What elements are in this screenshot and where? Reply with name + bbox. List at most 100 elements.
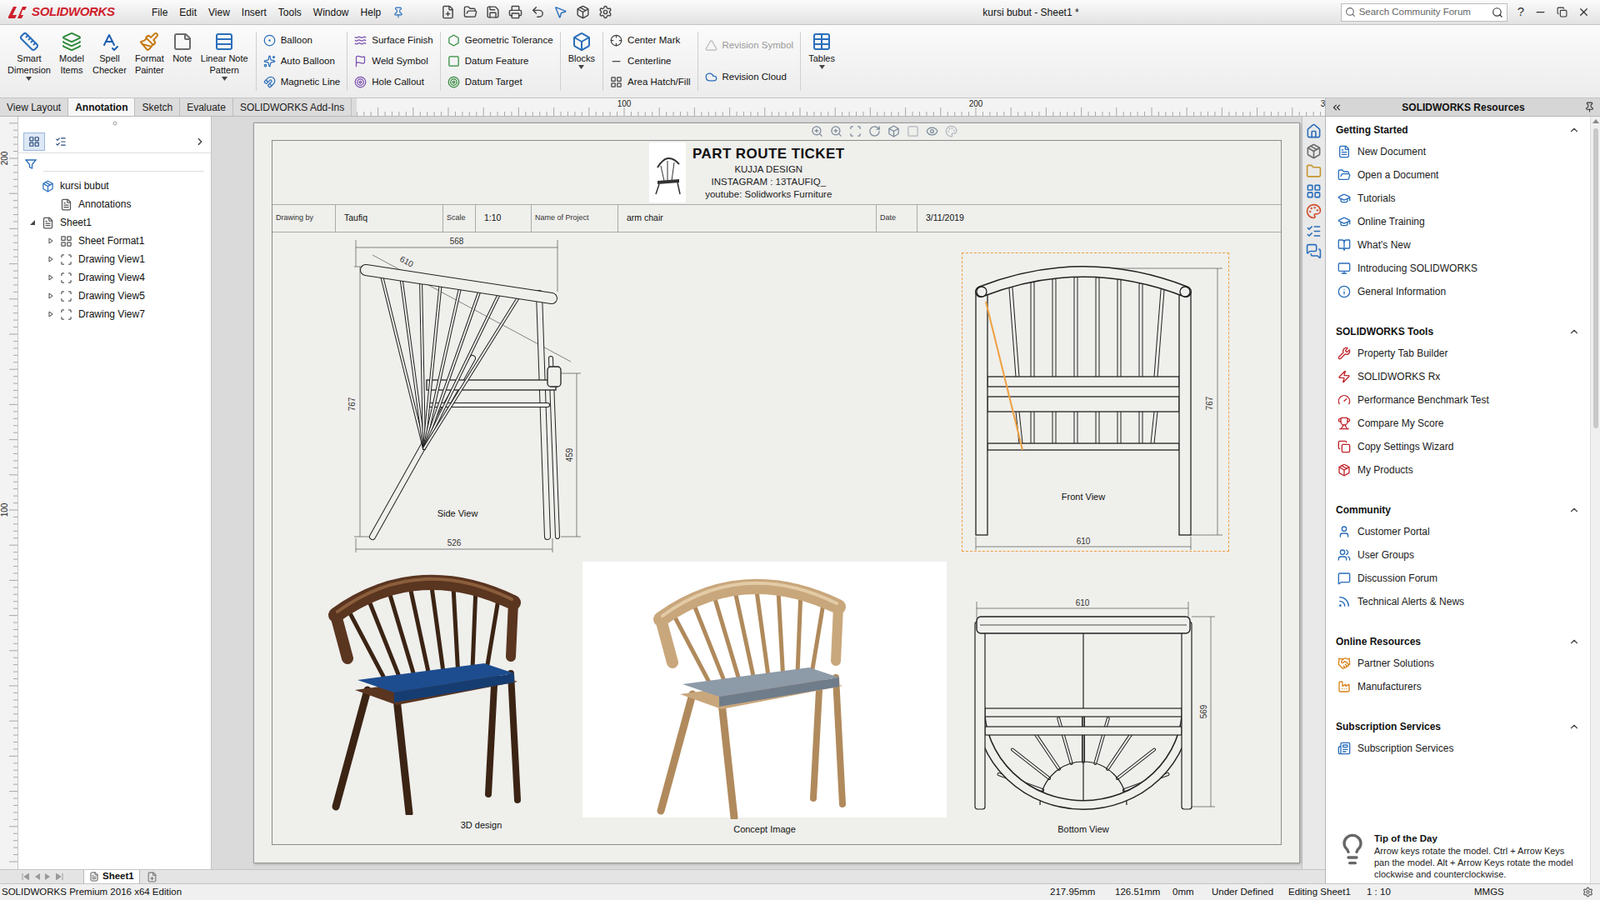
- ribbon-button[interactable]: ModelItems: [55, 25, 89, 98]
- side-view[interactable]: 568610767459526Side View: [347, 233, 583, 555]
- command-tab[interactable]: SOLIDWORKS Add-Ins: [233, 98, 352, 116]
- pin-icon[interactable]: [392, 6, 405, 19]
- ribbon-small-button[interactable]: Geometric Tolerance: [447, 31, 554, 50]
- dropdown-caret-icon[interactable]: [221, 76, 228, 81]
- ribbon-small-button[interactable]: Revision Symbol: [705, 36, 795, 55]
- task-pane-tab-icon[interactable]: [1305, 243, 1322, 260]
- close-icon[interactable]: [1577, 5, 1590, 19]
- info-value[interactable]: arm chair: [618, 205, 877, 232]
- concept-view[interactable]: Concept Image: [582, 561, 947, 837]
- ribbon-small-button[interactable]: Area Hatch/Fill: [610, 73, 690, 92]
- toolbar-icon[interactable]: [463, 5, 478, 20]
- section-header[interactable]: SOLIDWORKS Tools: [1335, 321, 1580, 342]
- ribbon-small-button[interactable]: Auto Balloon: [263, 52, 341, 71]
- scroll-up-icon[interactable]: [1592, 118, 1600, 124]
- task-pane-tab-icon[interactable]: [1305, 203, 1322, 220]
- resource-link[interactable]: Copy Settings Wizard: [1335, 435, 1580, 459]
- resource-link[interactable]: New Document: [1335, 140, 1580, 164]
- collapse-section-icon[interactable]: [1568, 635, 1580, 648]
- ribbon-small-button[interactable]: Magnetic Line: [263, 73, 341, 92]
- ribbon-small-button[interactable]: Centerline: [610, 52, 690, 71]
- resource-link[interactable]: Manufacturers: [1335, 675, 1580, 699]
- render-view[interactable]: 3D design: [317, 565, 562, 833]
- rotate-icon[interactable]: [868, 125, 881, 138]
- resource-link[interactable]: What's New: [1335, 233, 1580, 257]
- ribbon-small-button[interactable]: Hole Callout: [354, 73, 434, 92]
- tree-item[interactable]: Drawing View1: [18, 250, 211, 269]
- minimize-icon[interactable]: [1534, 5, 1547, 19]
- task-pane-tab-icon[interactable]: [1305, 123, 1322, 140]
- resource-link[interactable]: User Groups: [1335, 543, 1580, 567]
- panel-grip-icon[interactable]: [112, 120, 118, 126]
- toolbar-icon[interactable]: [530, 5, 545, 20]
- info-value[interactable]: Taufiq: [335, 205, 444, 232]
- collapse-section-icon[interactable]: [1568, 504, 1580, 516]
- ribbon-button[interactable]: Linear NotePattern: [196, 25, 253, 98]
- resource-link[interactable]: Customer Portal: [1335, 520, 1580, 544]
- menu-item[interactable]: Edit: [179, 5, 197, 20]
- ribbon-button[interactable]: FormatPainter: [130, 25, 169, 98]
- section-header[interactable]: Subscription Services: [1335, 716, 1580, 737]
- expand-arrow-icon[interactable]: [47, 255, 55, 263]
- resource-link[interactable]: Tutorials: [1335, 186, 1580, 210]
- tree-item[interactable]: Drawing View4: [18, 268, 211, 287]
- tree-item[interactable]: kursi bubut: [18, 176, 211, 195]
- appearance-icon[interactable]: [945, 125, 958, 138]
- side-view-drawing[interactable]: 568610767459526Side View: [347, 233, 583, 555]
- task-pane-tab-icon[interactable]: [1305, 143, 1322, 160]
- filter-icon[interactable]: [25, 158, 37, 170]
- ribbon-button[interactable]: Note: [168, 25, 197, 98]
- toolbar-icon[interactable]: [553, 5, 568, 20]
- bottom-view-drawing[interactable]: 610569Bottom View: [970, 598, 1220, 836]
- dropdown-caret-icon[interactable]: [819, 65, 825, 70]
- view-orientation-icon[interactable]: [887, 125, 900, 138]
- toolbar-icon[interactable]: [575, 5, 590, 20]
- front-view[interactable]: 767610Front View: [961, 252, 1230, 552]
- resource-link[interactable]: Online Training: [1335, 210, 1580, 234]
- resource-link[interactable]: Discussion Forum: [1335, 566, 1580, 590]
- expand-arrow-icon[interactable]: [47, 274, 55, 281]
- sheet-tab[interactable]: Sheet1: [83, 870, 140, 884]
- resource-link[interactable]: General Information: [1335, 280, 1580, 304]
- collapse-section-icon[interactable]: [1568, 325, 1580, 338]
- tree-item[interactable]: Drawing View5: [18, 286, 211, 305]
- collapse-arrow-icon[interactable]: [29, 219, 36, 226]
- hide-show-icon[interactable]: [925, 125, 939, 138]
- status-item[interactable]: MMGS: [1474, 885, 1566, 900]
- collapse-pane-icon[interactable]: [1330, 101, 1343, 114]
- collapse-section-icon[interactable]: [1568, 720, 1580, 733]
- tree-item[interactable]: Drawing View7: [18, 305, 211, 324]
- ribbon-button[interactable]: Tables: [804, 25, 840, 98]
- tree-item[interactable]: Sheet1: [18, 213, 211, 232]
- tree-item[interactable]: Annotations: [18, 195, 211, 214]
- tree-item[interactable]: Sheet Format1: [18, 231, 211, 250]
- ribbon-small-button[interactable]: Datum Target: [447, 73, 554, 92]
- collapse-section-icon[interactable]: [1568, 124, 1580, 136]
- resource-link[interactable]: Technical Alerts & News: [1335, 590, 1580, 614]
- resource-link[interactable]: Introducing SOLIDWORKS: [1335, 256, 1580, 280]
- drawing-sheet[interactable]: PART ROUTE TICKETKUJJA DESIGNINSTAGRAM :…: [253, 122, 1300, 864]
- property-manager-tab[interactable]: [50, 132, 72, 151]
- command-tab[interactable]: Sketch: [135, 98, 180, 116]
- search-go-icon[interactable]: [1491, 6, 1504, 19]
- resource-link[interactable]: Partner Solutions: [1335, 651, 1580, 675]
- command-tab[interactable]: Annotation: [68, 98, 135, 116]
- prev-sheet-icon[interactable]: [34, 873, 40, 880]
- toolbar-icon[interactable]: [508, 5, 523, 20]
- next-sheet-icon[interactable]: [45, 873, 51, 880]
- ribbon-button[interactable]: SpellChecker: [88, 25, 131, 98]
- toolbar-icon[interactable]: [485, 5, 500, 20]
- section-header[interactable]: Community: [1335, 500, 1580, 520]
- resource-link[interactable]: Compare My Score: [1335, 411, 1580, 435]
- ribbon-small-button[interactable]: Center Mark: [610, 31, 690, 50]
- feature-manager-tab[interactable]: [23, 132, 45, 151]
- info-value[interactable]: 1:10: [475, 205, 532, 232]
- bottom-view[interactable]: 610569Bottom View: [970, 598, 1220, 836]
- zoom-fit-icon[interactable]: [810, 125, 824, 138]
- expand-panel-icon[interactable]: [194, 135, 206, 148]
- resource-link[interactable]: My Products: [1335, 458, 1580, 482]
- last-sheet-icon[interactable]: [55, 873, 64, 880]
- toolbar-icon[interactable]: [440, 5, 455, 20]
- expand-arrow-icon[interactable]: [47, 310, 55, 318]
- first-sheet-icon[interactable]: [21, 873, 30, 880]
